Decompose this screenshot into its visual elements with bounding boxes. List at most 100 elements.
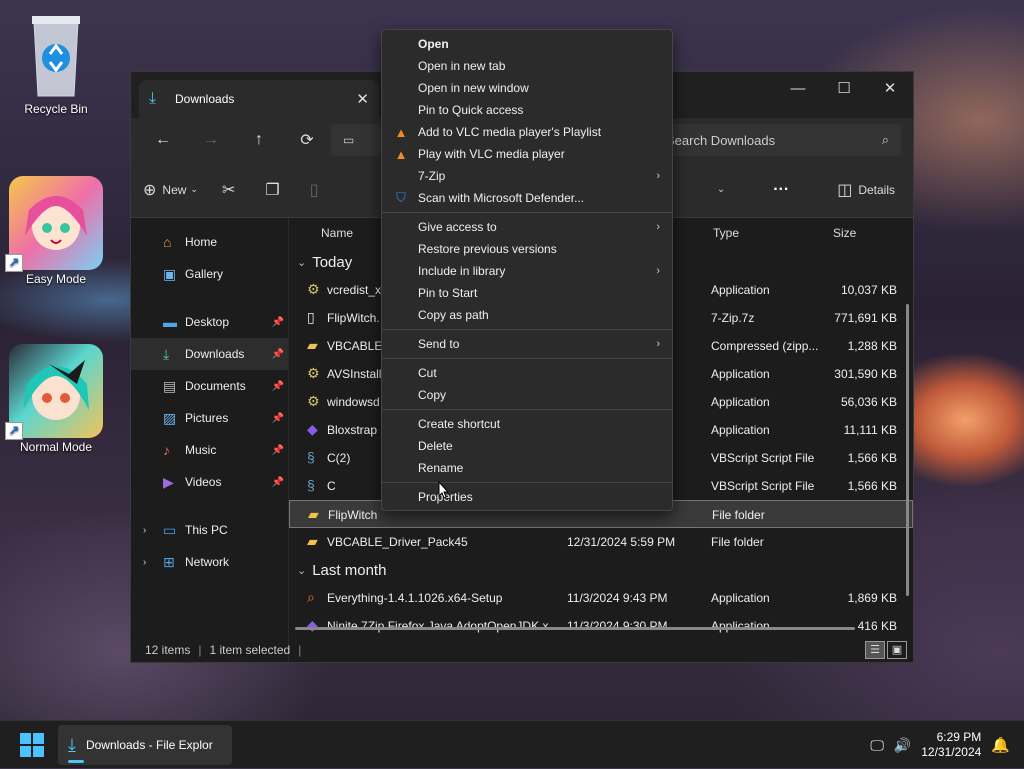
shortcut-arrow-icon: ↗ [5, 254, 23, 272]
sidebar-item-this-pc[interactable]: › ▭ This PC [131, 514, 288, 546]
volume-icon[interactable]: 🔊 [894, 737, 911, 754]
menu-item[interactable]: Copy [382, 384, 672, 406]
menu-item[interactable]: Copy as path [382, 304, 672, 326]
desktop-icon-easy-mode[interactable]: ↗ Easy Mode [5, 176, 104, 286]
document-icon: ▤ [163, 377, 177, 394]
details-view-icon[interactable]: ☰ [865, 641, 885, 659]
group-header-last-month[interactable]: ⌄ Last month [289, 556, 913, 584]
refresh-button[interactable]: ⟳ [283, 130, 331, 150]
download-icon: ⤓ [68, 734, 76, 755]
clipboard-icon: ▯ [309, 181, 319, 199]
chevron-right-icon[interactable]: › [143, 525, 146, 536]
menu-item[interactable]: Include in library › [382, 260, 672, 282]
sidebar-item-label: Downloads [185, 347, 245, 361]
menu-item[interactable]: ▲ Play with VLC media player [382, 143, 672, 165]
menu-separator [382, 358, 672, 359]
sidebar-item-gallery[interactable]: ▣ Gallery [131, 258, 288, 290]
back-button[interactable]: ← [139, 131, 187, 149]
menu-item-label: Open in new tab [418, 59, 506, 73]
close-window-button[interactable]: ✕ [867, 72, 913, 104]
sidebar-item-documents[interactable]: ▤ Documents 📌 [131, 370, 288, 402]
app-icon: ◆ [307, 421, 318, 437]
vlc-icon: ▲ [394, 124, 408, 140]
easy-mode-app-icon: ↗ [5, 176, 103, 272]
table-row[interactable]: ▰ VBCABLE_Driver_Pack45 12/31/2024 5:59 PM… [289, 528, 913, 556]
file-size: 1,566 KB [847, 479, 897, 493]
tiles-view-icon[interactable]: ▣ [887, 641, 907, 659]
address-bar[interactable]: ▭ [331, 124, 381, 156]
table-row[interactable]: ◆ Ninite 7Zip Firefox Java AdoptOpenJDK x… [289, 612, 913, 640]
cut-button[interactable]: ✂ [222, 180, 241, 200]
search-input[interactable]: Search Downloads ⌕ [656, 124, 901, 156]
menu-item-label: Send to [418, 337, 460, 351]
sidebar-item-downloads[interactable]: ⤓ Downloads 📌 [131, 338, 288, 370]
menu-item[interactable]: Give access to › [382, 216, 672, 238]
vertical-scrollbar[interactable] [906, 304, 909, 596]
menu-item[interactable]: Pin to Quick access [382, 99, 672, 121]
menu-item[interactable]: Rename [382, 457, 672, 479]
sidebar-item-music[interactable]: ♪ Music 📌 [131, 434, 288, 466]
menu-item[interactable]: Open in new tab [382, 55, 672, 77]
details-button[interactable]: ◫ Details [837, 180, 895, 200]
start-button[interactable] [20, 733, 44, 757]
new-button[interactable]: ⊕ New ⌄ [143, 180, 198, 200]
menu-item[interactable]: ⛉ Scan with Microsoft Defender... [382, 187, 672, 209]
pin-icon: 📌 [271, 380, 284, 392]
column-header-size[interactable]: Size [833, 226, 856, 240]
recycle-bin-icon [20, 10, 92, 100]
defender-shield-icon: ⛉ [396, 190, 406, 205]
menu-item[interactable]: 7-Zip › [382, 165, 672, 187]
minimize-button[interactable]: — [775, 72, 821, 104]
menu-item[interactable]: Create shortcut [382, 413, 672, 435]
paste-button[interactable]: ▯ [310, 180, 325, 200]
more-options-icon[interactable]: ··· [773, 181, 789, 199]
desktop-icon-label: Easy Mode [25, 272, 87, 286]
chevron-down-icon[interactable]: ⌄ [717, 184, 725, 195]
pin-icon: 📌 [271, 444, 284, 456]
system-tray: 🖵 🔊 6:29 PM 12/31/2024 🔔 [870, 721, 1010, 769]
details-button-label: Details [858, 182, 895, 197]
sidebar-item-videos[interactable]: ▶ Videos 📌 [131, 466, 288, 498]
download-icon: ⤓ [163, 345, 170, 362]
table-row[interactable]: ⌕ Everything-1.4.1.1026.x64-Setup 11/3/202… [289, 584, 913, 612]
menu-item[interactable]: Cut [382, 362, 672, 384]
up-button[interactable]: ↑ [235, 131, 283, 149]
column-header-name[interactable]: Name [321, 226, 353, 240]
desktop-icon-recycle-bin[interactable]: Recycle Bin [8, 10, 104, 116]
close-tab-icon[interactable]: ✕ [356, 90, 369, 108]
forward-button[interactable]: → [187, 131, 235, 149]
copy-button[interactable]: ❐ [265, 180, 285, 200]
desktop-icon-label: Normal Mode [19, 440, 93, 454]
sidebar-item-pictures[interactable]: ▨ Pictures 📌 [131, 402, 288, 434]
network-icon[interactable]: 🖵 [870, 737, 884, 754]
taskbar-app-file-explorer[interactable]: ⤓ Downloads - File Explor [58, 725, 232, 765]
maximize-button[interactable]: ☐ [821, 72, 867, 104]
menu-item[interactable]: Send to › [382, 333, 672, 355]
column-header-type[interactable]: Type [713, 226, 739, 240]
script-icon: § [307, 449, 315, 465]
sidebar-item-network[interactable]: › ⊞ Network [131, 546, 288, 578]
menu-item[interactable]: Open in new window [382, 77, 672, 99]
normal-mode-app-icon: ↗ [5, 344, 103, 440]
menu-item[interactable]: Restore previous versions [382, 238, 672, 260]
tab-downloads[interactable]: ⤓ Downloads ✕ [139, 80, 379, 118]
menu-item[interactable]: Delete [382, 435, 672, 457]
network-icon: ⊞ [163, 553, 175, 570]
notification-bell-icon[interactable]: 🔔 [991, 736, 1010, 754]
taskbar: ⤓ Downloads - File Explor 🖵 🔊 6:29 PM 12… [0, 720, 1024, 768]
tab-title: Downloads [175, 92, 235, 106]
horizontal-scrollbar[interactable] [295, 627, 855, 630]
menu-item[interactable]: Properties [382, 486, 672, 508]
menu-item[interactable]: ▲ Add to VLC media player's Playlist [382, 121, 672, 143]
file-name: Everything-1.4.1.1026.x64-Setup [327, 591, 503, 605]
menu-item[interactable]: Open [382, 33, 672, 55]
chevron-right-icon[interactable]: › [143, 557, 146, 568]
file-type: VBScript Script File [711, 479, 815, 493]
clock[interactable]: 6:29 PM 12/31/2024 [921, 730, 981, 760]
sidebar-item-home[interactable]: ⌂ Home [131, 226, 288, 258]
search-icon: ⌕ [881, 132, 889, 147]
menu-item[interactable]: Pin to Start [382, 282, 672, 304]
menu-item-label: 7-Zip [418, 169, 446, 183]
desktop-icon-normal-mode[interactable]: ↗ Normal Mode [5, 344, 104, 454]
sidebar-item-desktop[interactable]: ▬ Desktop 📌 [131, 306, 288, 338]
